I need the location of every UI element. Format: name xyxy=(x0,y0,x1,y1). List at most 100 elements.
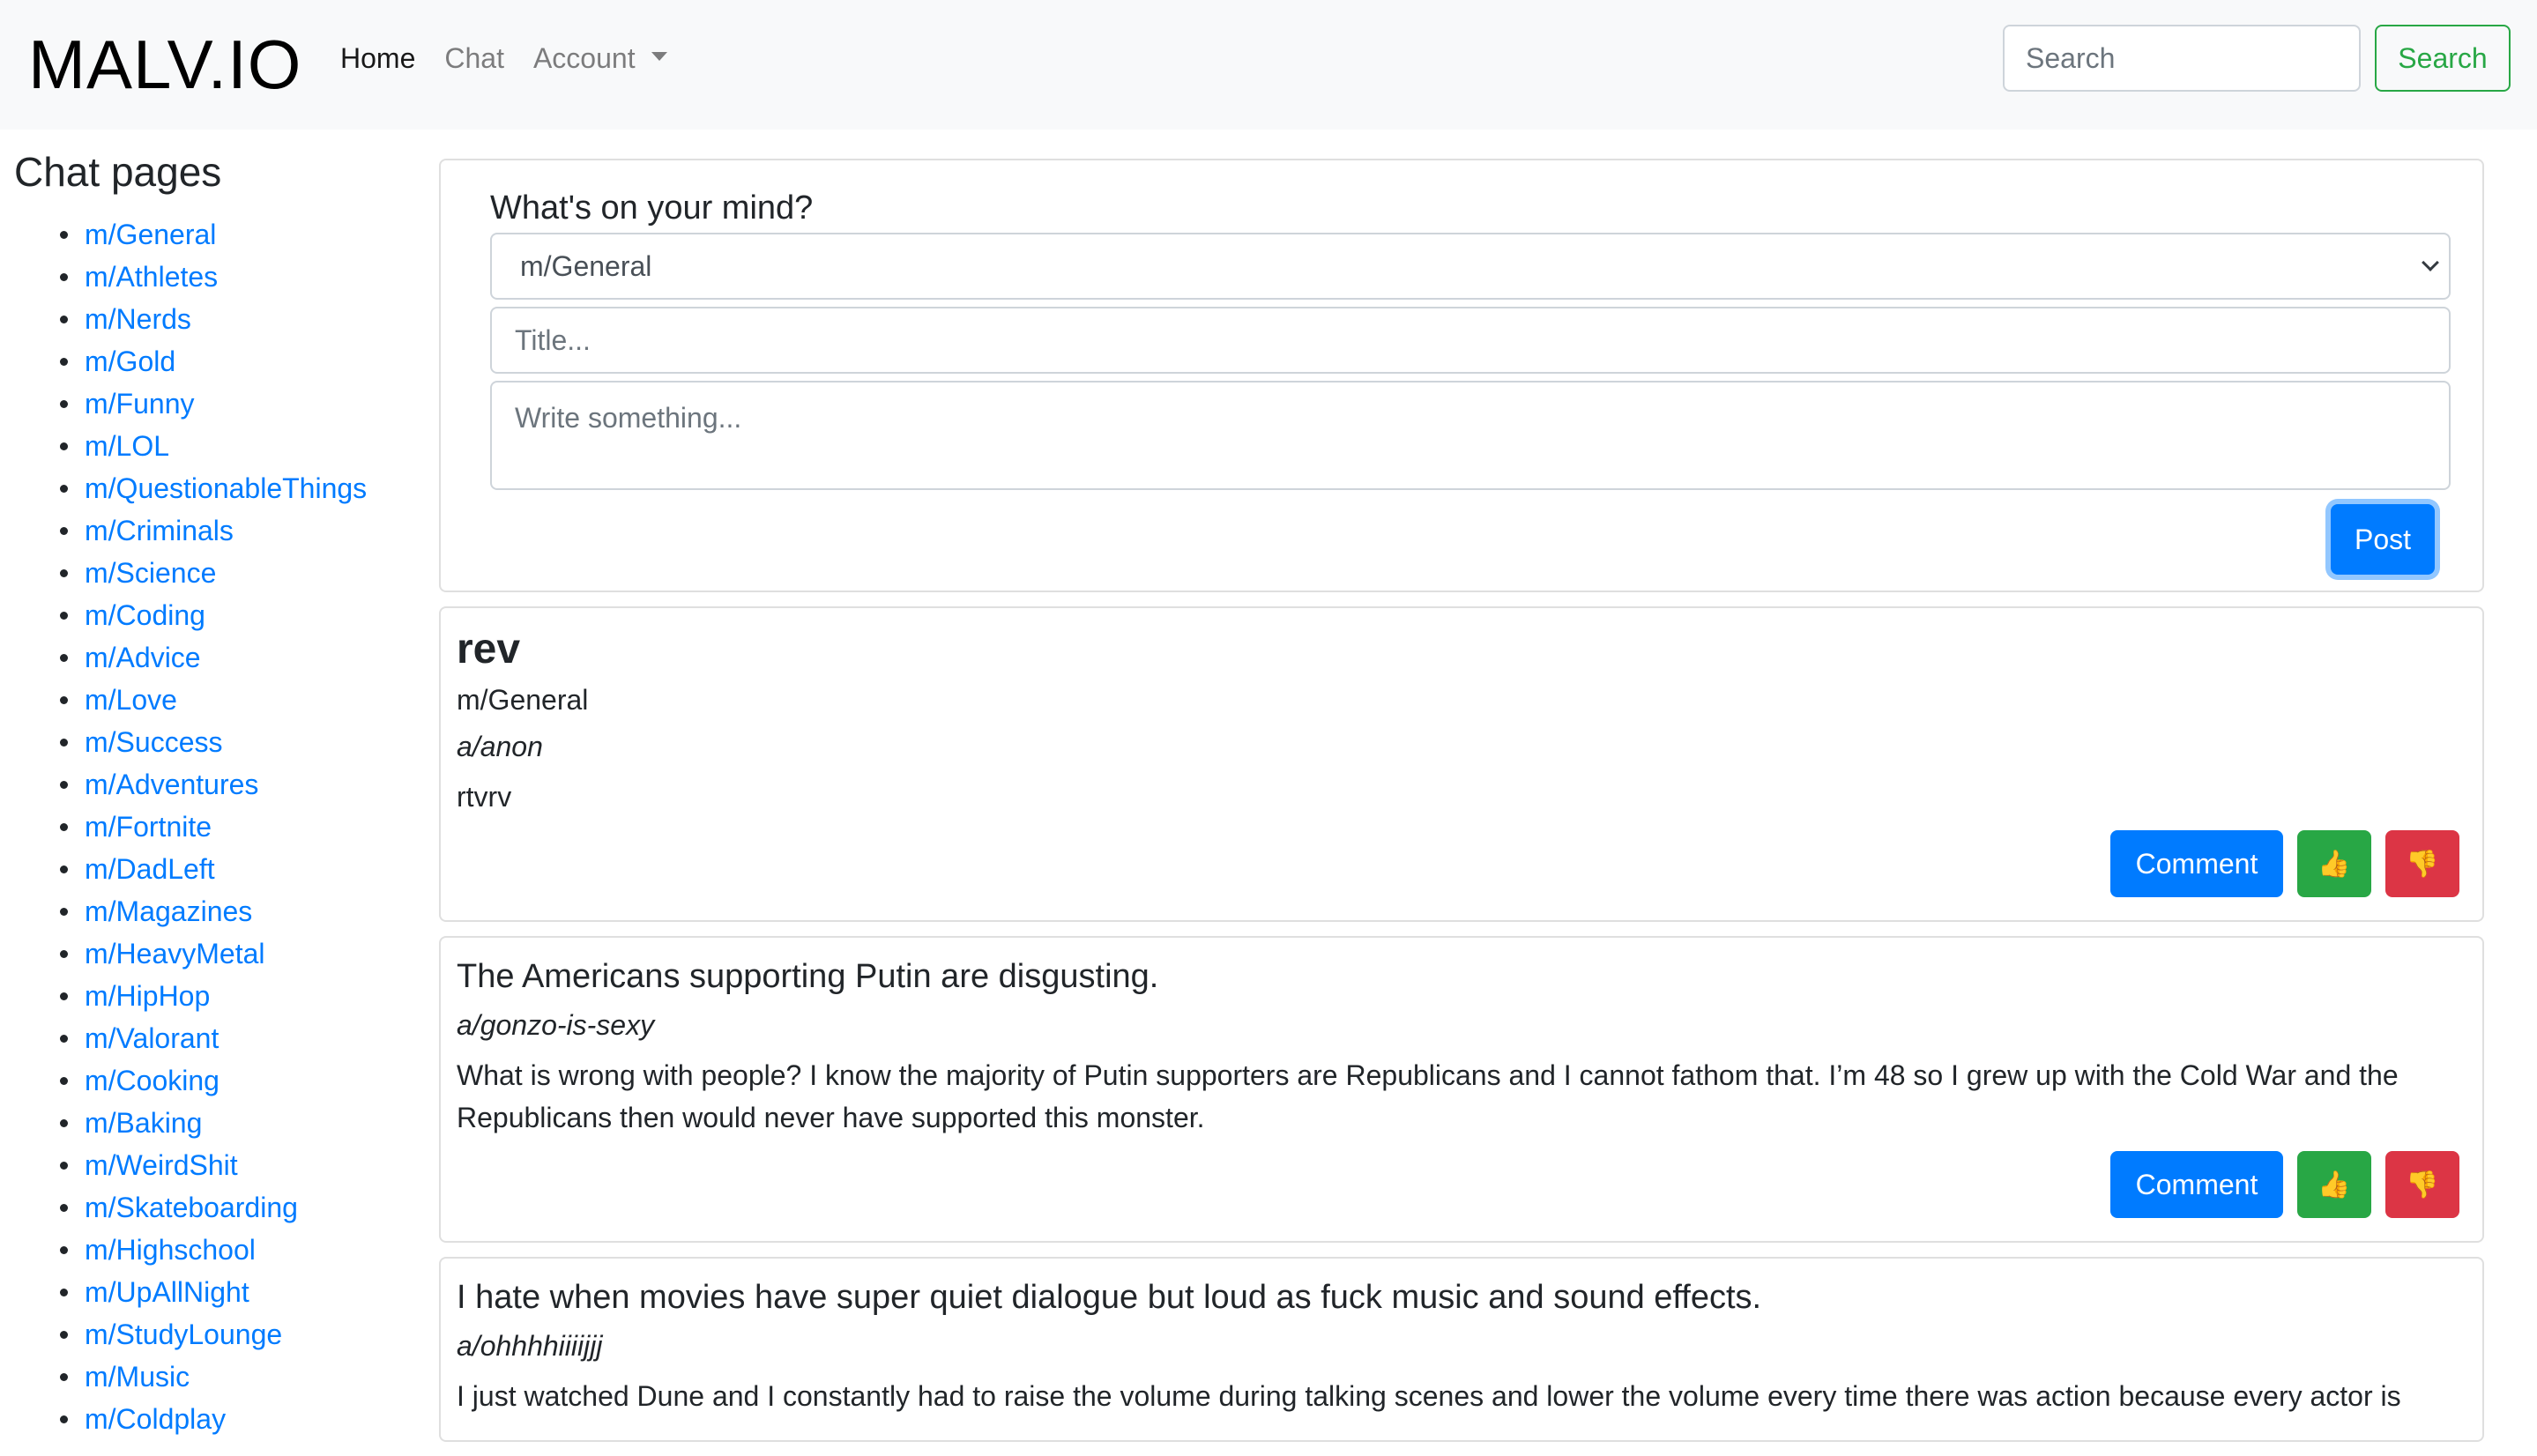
sidebar-item: m/Nerds xyxy=(14,298,428,340)
sidebar-item: m/Valorant xyxy=(14,1017,428,1059)
nav-links: Home Chat Account xyxy=(340,35,696,81)
chat-page-link[interactable]: m/LOL xyxy=(85,430,169,462)
chat-page-link[interactable]: m/WeirdShit xyxy=(85,1149,238,1181)
sidebar-item: m/Funny xyxy=(14,383,428,425)
sidebar-item: m/Music xyxy=(14,1356,428,1398)
chat-page-link[interactable]: m/UpAllNight xyxy=(85,1276,249,1308)
post-title[interactable]: rev xyxy=(457,622,2466,677)
top-navbar: MALV.IO Home Chat Account Search xyxy=(0,0,2537,130)
chat-page-link[interactable]: m/DadLeft xyxy=(85,853,215,885)
sidebar-item: m/Highschool xyxy=(14,1229,428,1271)
sidebar-item: m/QuestionableThings xyxy=(14,467,428,509)
thumbs-down-icon[interactable]: 👎 xyxy=(2385,830,2459,897)
post-title-input[interactable] xyxy=(490,307,2451,374)
chat-page-link[interactable]: m/Coldplay xyxy=(85,1403,226,1435)
chevron-down-icon xyxy=(2422,254,2439,271)
page-select-value: m/General xyxy=(520,249,652,282)
sidebar-item: m/Criminals xyxy=(14,509,428,552)
chat-page-link[interactable]: m/Funny xyxy=(85,388,194,420)
chat-page-link[interactable]: m/Success xyxy=(85,726,222,758)
sidebar-item: m/WeirdShit xyxy=(14,1144,428,1186)
chat-pages-list: m/General m/Athletes m/Nerds m/Gold m/Funny m… xyxy=(14,213,428,1440)
thumbs-up-icon[interactable]: 👍 xyxy=(2297,830,2371,897)
nav-home-link[interactable]: Home xyxy=(340,35,415,81)
chat-page-link[interactable]: m/StudyLounge xyxy=(85,1319,282,1350)
chat-page-link[interactable]: m/Criminals xyxy=(85,515,234,546)
sidebar-item: m/Advice xyxy=(14,636,428,679)
chat-page-link[interactable]: m/Skateboarding xyxy=(85,1192,298,1223)
post-author: a/gonzo-is-sexy xyxy=(457,1009,655,1041)
sidebar-item: m/Fortnite xyxy=(14,806,428,848)
comment-button[interactable]: Comment xyxy=(2110,1151,2283,1218)
chat-page-link[interactable]: m/HipHop xyxy=(85,980,210,1012)
sidebar-heading: Chat pages xyxy=(14,149,222,195)
chat-page-link[interactable]: m/Baking xyxy=(85,1107,202,1139)
sidebar-item: m/UpAllNight xyxy=(14,1271,428,1313)
post-card: rev m/General a/anon rtvrv Comment 👍 👎 xyxy=(439,606,2484,922)
post-page: m/General xyxy=(457,684,589,716)
chat-page-link[interactable]: m/Magazines xyxy=(85,895,252,927)
sidebar-item: m/Coldplay xyxy=(14,1398,428,1440)
comment-button[interactable]: Comment xyxy=(2110,830,2283,897)
post-author: a/anon xyxy=(457,731,543,762)
new-post-card: What's on your mind? m/General Post xyxy=(439,159,2484,592)
chat-page-link[interactable]: m/Coding xyxy=(85,599,205,631)
chat-page-link[interactable]: m/Nerds xyxy=(85,303,191,335)
composer-heading: What's on your mind? xyxy=(490,189,814,227)
chat-page-link[interactable]: m/QuestionableThings xyxy=(85,472,367,504)
caret-down-icon xyxy=(651,52,667,61)
sidebar-item: m/Gold xyxy=(14,340,428,383)
chat-page-link[interactable]: m/Highschool xyxy=(85,1234,256,1266)
brand-logo[interactable]: MALV.IO xyxy=(28,12,301,116)
sidebar-item: m/Baking xyxy=(14,1102,428,1144)
search-button[interactable]: Search xyxy=(2375,25,2511,92)
post-body-textarea[interactable] xyxy=(490,381,2451,490)
chat-page-link[interactable]: m/Love xyxy=(85,684,177,716)
chat-page-link[interactable]: m/Athletes xyxy=(85,261,218,293)
sidebar-item: m/Magazines xyxy=(14,890,428,932)
nav-account-dropdown[interactable]: Account xyxy=(533,35,667,81)
chat-page-link[interactable]: m/Valorant xyxy=(85,1022,219,1054)
post-body: rtvrv xyxy=(457,781,512,813)
sidebar-item: m/General xyxy=(14,213,428,256)
sidebar-item: m/Cooking xyxy=(14,1059,428,1102)
nav-account-label: Account xyxy=(532,42,636,74)
sidebar-item: m/Coding xyxy=(14,594,428,636)
post-actions: Comment 👍 👎 xyxy=(457,1151,2466,1218)
nav-chat-link[interactable]: Chat xyxy=(444,35,504,81)
thumbs-up-icon[interactable]: 👍 xyxy=(2297,1151,2371,1218)
sidebar-item: m/HeavyMetal xyxy=(14,932,428,975)
post-author: a/ohhhhiiiijjj xyxy=(457,1330,603,1362)
search-input[interactable] xyxy=(2003,25,2361,92)
page-select[interactable]: m/General xyxy=(490,233,2451,300)
chat-page-link[interactable]: m/Advice xyxy=(85,642,201,673)
sidebar-item: m/Success xyxy=(14,721,428,763)
post-body: I just watched Dune and I constantly had… xyxy=(457,1380,2401,1412)
sidebar-item: m/DadLeft xyxy=(14,848,428,890)
chat-page-link[interactable]: m/General xyxy=(85,219,216,250)
chat-page-link[interactable]: m/HeavyMetal xyxy=(85,938,265,969)
sidebar-item: m/StudyLounge xyxy=(14,1313,428,1356)
post-card: I hate when movies have super quiet dial… xyxy=(439,1257,2484,1442)
chat-page-link[interactable]: m/Adventures xyxy=(85,769,258,800)
chat-page-link[interactable]: m/Music xyxy=(85,1361,190,1393)
post-body: What is wrong with people? I know the ma… xyxy=(457,1059,2399,1133)
sidebar-item: m/HipHop xyxy=(14,975,428,1017)
chat-page-link[interactable]: m/Gold xyxy=(85,345,175,377)
sidebar-item: m/Skateboarding xyxy=(14,1186,428,1229)
post-title[interactable]: The Americans supporting Putin are disgu… xyxy=(457,952,2466,1001)
sidebar-item: m/LOL xyxy=(14,425,428,467)
post-title[interactable]: I hate when movies have super quiet dial… xyxy=(457,1273,2466,1322)
chat-page-link[interactable]: m/Science xyxy=(85,557,216,589)
thumbs-down-icon[interactable]: 👎 xyxy=(2385,1151,2459,1218)
sidebar-item: m/Adventures xyxy=(14,763,428,806)
sidebar-item: m/Love xyxy=(14,679,428,721)
chat-pages-sidebar: Chat pages m/General m/Athletes m/Nerds m/G… xyxy=(14,141,428,1440)
sidebar-item: m/Science xyxy=(14,552,428,594)
sidebar-item: m/Athletes xyxy=(14,256,428,298)
chat-page-link[interactable]: m/Fortnite xyxy=(85,811,212,843)
post-button[interactable]: Post xyxy=(2331,504,2435,575)
post-card: The Americans supporting Putin are disgu… xyxy=(439,936,2484,1243)
post-actions: Comment 👍 👎 xyxy=(457,830,2466,897)
chat-page-link[interactable]: m/Cooking xyxy=(85,1065,219,1096)
